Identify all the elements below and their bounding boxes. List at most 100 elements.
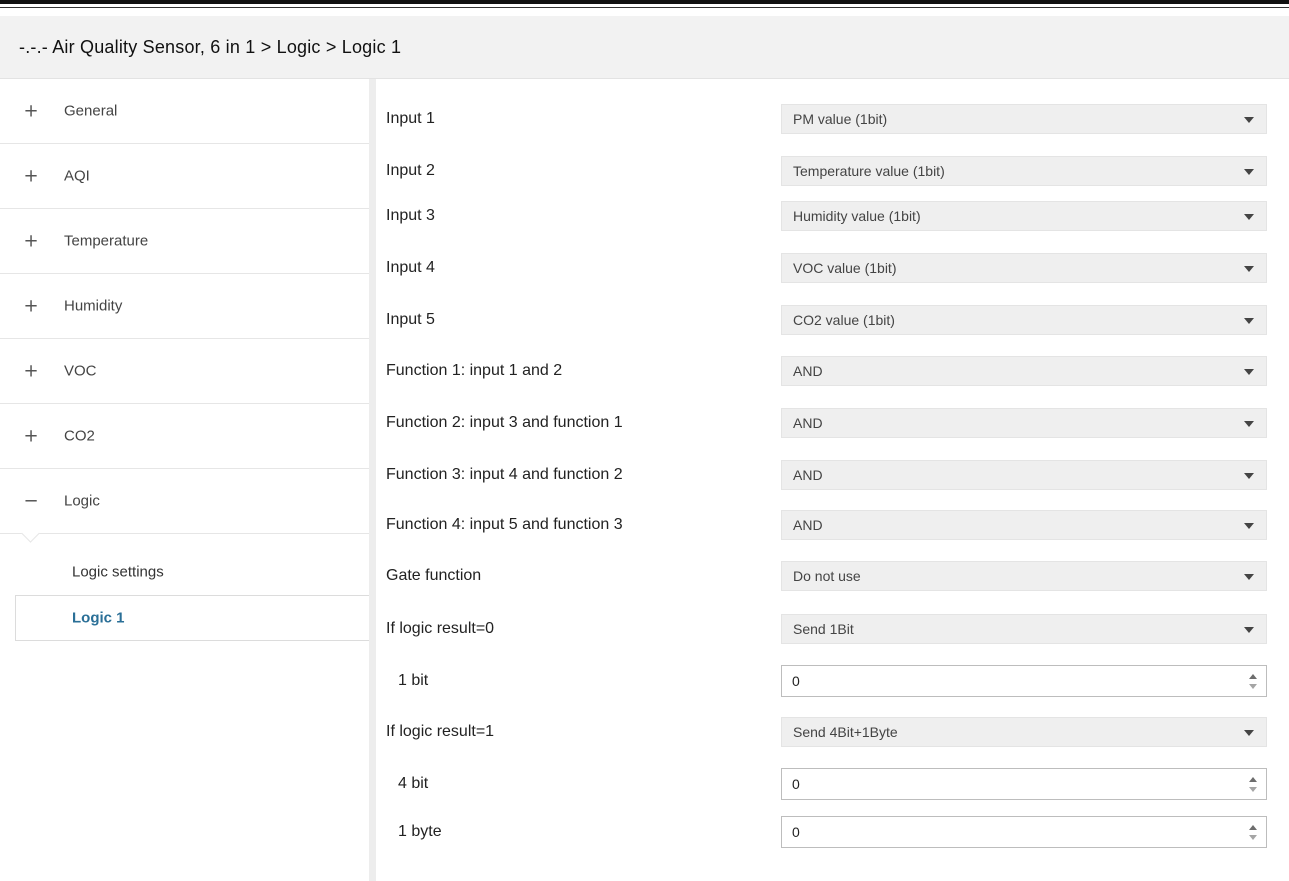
select-value: Humidity value (1bit) [793,208,921,224]
logic-result-1-select[interactable]: Send 4Bit+1Byte [781,717,1267,747]
param-label: 1 byte [398,823,442,840]
input-4-select[interactable]: VOC value (1bit) [781,253,1267,283]
param-label: 4 bit [398,775,429,792]
sidebar-subitem-logic-settings[interactable]: Logic settings [0,549,369,595]
caret-down-icon [1244,627,1254,633]
plus-icon[interactable]: + [22,166,40,187]
sidebar-subitem-logic-1[interactable]: Logic 1 [15,595,371,641]
caret-down-icon [1244,117,1254,123]
param-label: If logic result=1 [386,723,495,740]
select-value: AND [793,363,823,379]
select-value: Temperature value (1bit) [793,163,945,179]
param-label: If logic result=0 [386,620,495,637]
result-0-1bit-stepper[interactable]: 0 [781,665,1267,697]
select-value: Send 4Bit+1Byte [793,724,898,740]
spinner-up-icon[interactable] [1249,825,1257,830]
param-row-result-0-1bit: 1 bit 0 [386,655,1279,707]
param-label: Function 2: input 3 and function 1 [386,414,623,431]
sidebar: + General + AQI + Temperature + Humidity… [0,79,371,881]
param-row-function-3: Function 3: input 4 and function 2 AND [386,449,1279,501]
param-label: Function 4: input 5 and function 3 [386,516,623,533]
minus-icon[interactable]: − [22,491,40,512]
gate-function-select[interactable]: Do not use [781,561,1267,591]
plus-icon[interactable]: + [22,361,40,382]
sidebar-item-aqi[interactable]: + AQI [0,144,369,209]
caret-down-icon [1244,421,1254,427]
sidebar-subitem-label: Logic settings [72,563,164,581]
result-1-1byte-stepper[interactable]: 0 [781,816,1267,848]
sidebar-item-logic[interactable]: − Logic [0,469,369,543]
sidebar-item-label: AQI [64,167,90,185]
sidebar-item-voc[interactable]: + VOC [0,339,369,404]
top-border-thin [0,7,1289,8]
spinner-down-icon[interactable] [1249,787,1257,792]
param-row-result-1-1byte: 1 byte 0 [386,806,1279,858]
breadcrumb-bar: -.-.- Air Quality Sensor, 6 in 1 > Logic… [0,16,1289,79]
caret-down-icon [1244,266,1254,272]
param-label: 1 bit [398,672,429,689]
select-value: AND [793,467,823,483]
input-2-select[interactable]: Temperature value (1bit) [781,156,1267,186]
param-label: Input 1 [386,110,435,127]
select-value: AND [793,415,823,431]
param-row-function-4: Function 4: input 5 and function 3 AND [386,499,1279,551]
param-label: Input 2 [386,162,435,179]
plus-icon[interactable]: + [22,296,40,317]
plus-icon[interactable]: + [22,231,40,252]
spinner-down-icon[interactable] [1249,684,1257,689]
param-row-logic-result-0: If logic result=0 Send 1Bit [386,603,1279,655]
param-row-logic-result-1: If logic result=1 Send 4Bit+1Byte [386,706,1279,758]
stepper-value: 0 [792,673,800,689]
select-value: VOC value (1bit) [793,260,897,276]
param-row-input-3: Input 3 Humidity value (1bit) [386,190,1279,242]
param-label: Function 1: input 1 and 2 [386,362,563,379]
logic-result-0-select[interactable]: Send 1Bit [781,614,1267,644]
param-row-input-5: Input 5 CO2 value (1bit) [386,294,1279,346]
plus-icon[interactable]: + [22,426,40,447]
stepper-value: 0 [792,824,800,840]
sidebar-item-general[interactable]: + General [0,79,369,144]
function-3-select[interactable]: AND [781,460,1267,490]
param-label: Input 4 [386,259,435,276]
sidebar-item-label: Humidity [64,297,123,315]
param-row-input-1: Input 1 PM value (1bit) [386,93,1279,145]
stepper-value: 0 [792,776,800,792]
select-value: AND [793,517,823,533]
select-value: CO2 value (1bit) [793,312,895,328]
result-1-4bit-stepper[interactable]: 0 [781,768,1267,800]
caret-down-icon [1244,523,1254,529]
spinner-up-icon[interactable] [1249,777,1257,782]
caret-down-icon [1244,214,1254,220]
sidebar-subitem-label: Logic 1 [72,609,125,627]
select-value: Send 1Bit [793,621,854,637]
breadcrumb: -.-.- Air Quality Sensor, 6 in 1 > Logic… [19,37,402,57]
param-label: Input 3 [386,207,435,224]
input-1-select[interactable]: PM value (1bit) [781,104,1267,134]
param-row-result-1-4bit: 4 bit 0 [386,758,1279,810]
spinner-down-icon[interactable] [1249,835,1257,840]
input-5-select[interactable]: CO2 value (1bit) [781,305,1267,335]
param-row-gate-function: Gate function Do not use [386,550,1279,602]
sidebar-item-label: VOC [64,362,97,380]
function-4-select[interactable]: AND [781,510,1267,540]
sidebar-item-temperature[interactable]: + Temperature [0,209,369,274]
plus-icon[interactable]: + [22,101,40,122]
select-value: Do not use [793,568,861,584]
sidebar-item-humidity[interactable]: + Humidity [0,274,369,339]
sidebar-item-label: Logic [64,492,100,510]
caret-down-icon [1244,318,1254,324]
input-3-select[interactable]: Humidity value (1bit) [781,201,1267,231]
splitter[interactable] [369,79,376,881]
spinner-up-icon[interactable] [1249,674,1257,679]
select-value: PM value (1bit) [793,111,888,127]
function-1-select[interactable]: AND [781,356,1267,386]
param-row-function-1: Function 1: input 1 and 2 AND [386,345,1279,397]
sidebar-item-label: Temperature [64,232,149,250]
caret-down-icon [1244,730,1254,736]
caret-down-icon [1244,574,1254,580]
top-border-thick [0,0,1289,4]
caret-down-icon [1244,473,1254,479]
sidebar-item-co2[interactable]: + CO2 [0,404,369,469]
function-2-select[interactable]: AND [781,408,1267,438]
caret-down-icon [1244,369,1254,375]
